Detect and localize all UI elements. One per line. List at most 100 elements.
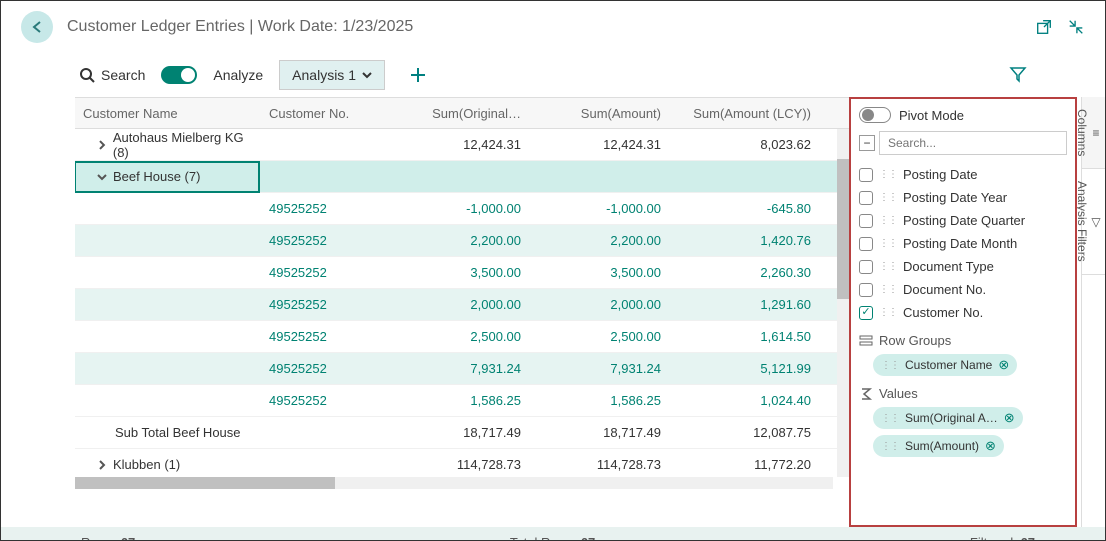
cell-orig: 2,000.00	[391, 297, 531, 312]
rows-value: 67	[121, 535, 135, 541]
search-button[interactable]: Search	[79, 67, 145, 83]
field-checkbox[interactable]	[859, 191, 873, 205]
chevron-right-icon[interactable]	[97, 140, 107, 150]
detail-row[interactable]: 495252521,586.251,586.251,024.40	[75, 385, 849, 417]
field-checkbox[interactable]	[859, 306, 873, 320]
cell-no: 49525252	[261, 297, 391, 312]
field-label: Document Type	[903, 259, 994, 274]
cell-lcy: 1,614.50	[671, 329, 831, 344]
cell-name: Beef House (7)	[75, 161, 260, 193]
analysis-tab[interactable]: Analysis 1	[279, 60, 385, 90]
field-item[interactable]: ⋮⋮ Document Type	[859, 255, 1067, 278]
cell-orig: -1,000.00	[391, 201, 531, 216]
remove-icon[interactable]: ⊗	[1004, 410, 1015, 426]
rows-label: Rows:	[81, 535, 117, 541]
cell-amt: 114,728.73	[531, 457, 671, 472]
collapse-icon[interactable]	[1067, 18, 1085, 36]
drag-handle-icon[interactable]: ⋮⋮	[879, 192, 897, 203]
scroll-thumb[interactable]	[837, 159, 849, 299]
drag-handle-icon[interactable]: ⋮⋮	[879, 215, 897, 226]
filtered-value: 67	[1021, 535, 1035, 541]
field-label: Document No.	[903, 282, 986, 297]
pivot-mode-toggle[interactable]	[859, 107, 891, 123]
detail-row[interactable]: 495252523,500.003,500.002,260.30	[75, 257, 849, 289]
total-rows-label: Total Rows:	[510, 535, 577, 541]
drag-handle-icon[interactable]: ⋮⋮	[881, 413, 899, 424]
group-row[interactable]: Autohaus Mielberg KG (8)12,424.3112,424.…	[75, 129, 849, 161]
cell-amt: 2,000.00	[531, 297, 671, 312]
value-pill[interactable]: ⋮⋮Sum(Amount)⊗	[873, 435, 1004, 457]
cell-lcy: 1,291.60	[671, 297, 831, 312]
drag-handle-icon[interactable]: ⋮⋮	[879, 169, 897, 180]
field-checkbox[interactable]	[859, 260, 873, 274]
subtotal-row[interactable]: Sub Total Beef House18,717.4918,717.4912…	[75, 417, 849, 449]
field-label: Posting Date Year	[903, 190, 1007, 205]
field-item[interactable]: ⋮⋮ Posting Date	[859, 163, 1067, 186]
col-header-name[interactable]: Customer Name	[75, 106, 261, 121]
remove-icon[interactable]: ⊗	[998, 357, 1009, 373]
field-item[interactable]: ⋮⋮Customer No.	[859, 301, 1067, 323]
group-row[interactable]: Beef House (7)	[75, 161, 849, 193]
horizontal-scrollbar[interactable]	[75, 477, 833, 489]
field-item[interactable]: ⋮⋮ Posting Date Year	[859, 186, 1067, 209]
grid-header: Customer Name Customer No. Sum(Original……	[75, 97, 849, 129]
cell-lcy: 8,023.62	[671, 137, 831, 152]
col-header-orig[interactable]: Sum(Original…	[391, 106, 531, 121]
cell-amt: 3,500.00	[531, 265, 671, 280]
field-item[interactable]: ⋮⋮ Document No.	[859, 278, 1067, 301]
drag-handle-icon[interactable]: ⋮⋮	[879, 307, 897, 318]
detail-row[interactable]: 495252522,500.002,500.001,614.50	[75, 321, 849, 353]
cell-lcy: 1,420.76	[671, 233, 831, 248]
value-pill[interactable]: ⋮⋮Sum(Original A…⊗	[873, 407, 1023, 429]
tree-collapse-button[interactable]: −	[859, 135, 875, 151]
drag-handle-icon[interactable]: ⋮⋮	[881, 360, 899, 371]
detail-row[interactable]: 495252522,200.002,200.001,420.76	[75, 225, 849, 257]
field-checkbox[interactable]	[859, 214, 873, 228]
field-label: Posting Date	[903, 167, 977, 182]
chevron-right-icon[interactable]	[97, 460, 107, 470]
analyze-toggle[interactable]	[161, 66, 197, 84]
popout-icon[interactable]	[1035, 18, 1053, 36]
drag-handle-icon[interactable]: ⋮⋮	[879, 261, 897, 272]
group-row[interactable]: Klubben (1)114,728.73114,728.7311,772.20	[75, 449, 849, 477]
col-header-amt[interactable]: Sum(Amount)	[531, 106, 671, 121]
remove-icon[interactable]: ⊗	[985, 438, 996, 454]
cell-name: Klubben (1)	[75, 457, 261, 472]
detail-row[interactable]: 495252527,931.247,931.245,121.99	[75, 353, 849, 385]
field-item[interactable]: ⋮⋮ Posting Date Month	[859, 232, 1067, 255]
side-tabs: ≡ Columns ▽ Analysis Filters	[1081, 97, 1105, 527]
cell-lcy: 1,024.40	[671, 393, 831, 408]
col-header-no[interactable]: Customer No.	[261, 106, 391, 121]
tab-label: Analysis 1	[292, 67, 356, 83]
field-item[interactable]: ⋮⋮Posting Date Quarter	[859, 209, 1067, 232]
search-icon	[79, 67, 95, 83]
add-tab-button[interactable]	[409, 66, 427, 84]
field-checkbox[interactable]	[859, 283, 873, 297]
chevron-down-icon[interactable]	[97, 172, 107, 182]
drag-handle-icon[interactable]: ⋮⋮	[879, 238, 897, 249]
field-search-input[interactable]	[879, 131, 1067, 155]
cell-amt: 12,424.31	[531, 137, 671, 152]
plus-icon	[409, 66, 427, 84]
detail-row[interactable]: 49525252-1,000.00-1,000.00-645.80	[75, 193, 849, 225]
columns-panel: Pivot Mode − ⋮⋮Posting Date⋮⋮Posting Dat…	[849, 97, 1077, 527]
cell-no: 49525252	[261, 393, 391, 408]
filter-button[interactable]	[1009, 65, 1027, 86]
tab-analysis-filters[interactable]: ▽ Analysis Filters	[1082, 169, 1105, 275]
cell-lcy: 11,772.20	[671, 457, 831, 472]
detail-row[interactable]: 495252522,000.002,000.001,291.60	[75, 289, 849, 321]
drag-handle-icon[interactable]: ⋮⋮	[881, 441, 899, 452]
back-button[interactable]	[21, 11, 53, 43]
grid-body: Autohaus Mielberg KG (8)12,424.3112,424.…	[75, 129, 849, 477]
field-label: Posting Date Month	[903, 236, 1017, 251]
scroll-thumb[interactable]	[75, 477, 335, 489]
cell-no: 49525252	[261, 233, 391, 248]
funnel-icon	[1009, 65, 1027, 83]
tab-columns[interactable]: ≡ Columns	[1082, 97, 1105, 169]
row-group-pill[interactable]: ⋮⋮Customer Name⊗	[873, 354, 1017, 376]
vertical-scrollbar[interactable]	[837, 129, 849, 477]
drag-handle-icon[interactable]: ⋮⋮	[879, 284, 897, 295]
col-header-lcy[interactable]: Sum(Amount (LCY))	[671, 106, 831, 121]
field-checkbox[interactable]	[859, 237, 873, 251]
field-checkbox[interactable]	[859, 168, 873, 182]
